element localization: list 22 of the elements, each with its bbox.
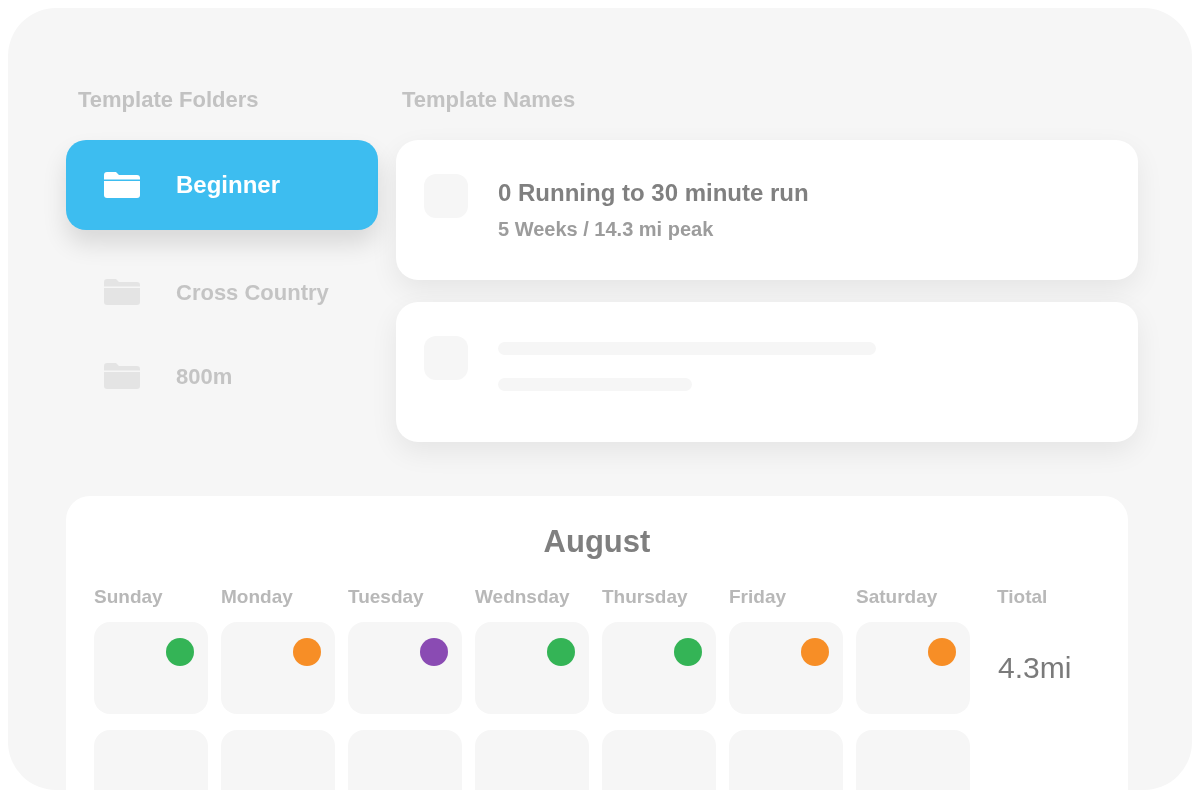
folder-icon: [104, 172, 140, 198]
total-distance: 4.3mi: [998, 650, 1072, 686]
total-label: Tiotal: [996, 585, 1049, 609]
day-cell[interactable]: [94, 622, 208, 714]
weekday-label: Thursday: [602, 585, 689, 609]
day-cell[interactable]: [602, 622, 716, 714]
weekday-label: Wednsday: [475, 585, 571, 609]
day-cell[interactable]: [221, 622, 335, 714]
day-cell[interactable]: [729, 622, 843, 714]
weekday-label: Monday: [221, 585, 294, 609]
template-subtitle: 5 Weeks / 14.3 mi peak: [498, 217, 715, 242]
day-cell[interactable]: [856, 622, 970, 714]
weekday-label: Sunday: [94, 585, 164, 609]
weekday-label: Saturday: [856, 585, 939, 609]
month-title: August: [543, 524, 651, 560]
template-title: 0 Running to 30 minute run: [498, 178, 809, 208]
weekday-label: Tuesday: [348, 585, 425, 609]
folder-item[interactable]: Beginner: [66, 140, 378, 230]
day-cell[interactable]: [475, 622, 589, 714]
day-cell[interactable]: [348, 622, 462, 714]
weekday-label: Friday: [729, 585, 788, 609]
template-card[interactable]: 0 Running to 30 minute run 5 Weeks / 14.3 mi peak: [396, 140, 1138, 280]
